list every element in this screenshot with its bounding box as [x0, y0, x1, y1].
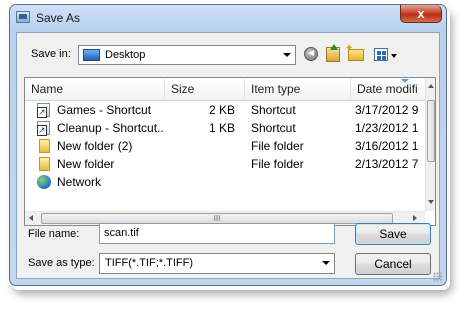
save-as-dialog: Save As x Save in: Desktop ◄ Name Size I…: [9, 4, 447, 286]
scroll-right-icon[interactable]: [413, 215, 417, 221]
list-item[interactable]: New folder (2) File folder 3/16/2012 1: [25, 137, 425, 155]
column-header-date[interactable]: Date modifi: [351, 78, 425, 100]
up-folder-button[interactable]: [324, 44, 344, 65]
save-as-type-dropdown[interactable]: TIFF(*.TIF;*.TIFF): [99, 253, 335, 274]
new-folder-button[interactable]: [345, 43, 366, 65]
save-in-dropdown[interactable]: Desktop: [78, 45, 296, 65]
item-name: Games - Shortcut: [57, 103, 152, 117]
save-as-type-value: TIFF(*.TIF;*.TIFF): [105, 257, 193, 269]
cancel-button[interactable]: Cancel: [355, 253, 431, 275]
item-name: New folder (2): [57, 139, 133, 153]
network-icon: [37, 175, 51, 189]
chevron-down-icon: [322, 261, 330, 265]
chevron-down-icon: [391, 54, 397, 58]
close-button[interactable]: x: [400, 5, 442, 23]
list-item[interactable]: New folder File folder 2/13/2012 7: [25, 155, 425, 173]
resize-grip-icon[interactable]: [433, 272, 443, 282]
item-name: New folder: [57, 157, 115, 171]
item-type: Shortcut: [251, 121, 296, 135]
scroll-left-icon[interactable]: [29, 215, 33, 221]
column-header-name[interactable]: Name: [25, 78, 165, 100]
folder-icon: [39, 139, 50, 153]
list-item[interactable]: Games - Shortcut 2 KB Shortcut 3/17/2012…: [25, 101, 425, 119]
dialog-title: Save As: [36, 11, 81, 25]
item-type: Shortcut: [251, 103, 296, 117]
desktop-icon: [83, 49, 100, 61]
views-icon: [374, 48, 388, 61]
item-date: 3/17/2012 9: [355, 103, 419, 117]
scroll-up-icon[interactable]: [428, 84, 434, 88]
item-size: 1 KB: [208, 121, 235, 135]
up-folder-icon: [326, 44, 340, 62]
scroll-down-icon[interactable]: [428, 200, 434, 204]
folder-icon: [39, 157, 50, 171]
list-item[interactable]: Network: [25, 173, 425, 191]
item-size: 2 KB: [208, 103, 235, 117]
back-button[interactable]: ◄: [302, 45, 322, 65]
views-button[interactable]: [372, 45, 398, 65]
save-as-type-label: Save as type:: [28, 257, 95, 269]
item-type: File folder: [251, 157, 304, 171]
save-in-label: Save in:: [31, 48, 71, 60]
column-header-type[interactable]: Item type: [245, 78, 351, 100]
filename-field[interactable]: scan.tif: [99, 223, 335, 244]
list-header: Name Size Item type Date modifi: [25, 78, 425, 101]
app-icon: [16, 11, 30, 23]
list-item[interactable]: Cleanup - Shortcut... 1 KB Shortcut 1/23…: [25, 119, 425, 137]
column-header-size[interactable]: Size: [165, 78, 245, 100]
item-date: 3/16/2012 1: [355, 139, 419, 153]
item-name: Network: [57, 175, 102, 189]
shortcut-icon: [37, 103, 50, 118]
vertical-scroll-thumb[interactable]: [427, 100, 435, 162]
save-button[interactable]: Save: [355, 223, 431, 245]
save-in-value: Desktop: [105, 49, 146, 61]
file-list[interactable]: Name Size Item type Date modifi Games - …: [24, 77, 436, 226]
item-type: File folder: [251, 139, 304, 153]
back-icon: ◄: [304, 47, 318, 61]
filename-label: File name:: [28, 228, 80, 240]
chevron-down-icon: [283, 53, 291, 57]
item-name: Cleanup - Shortcut...: [57, 121, 165, 135]
item-date: 1/23/2012 1: [355, 121, 419, 135]
new-folder-icon: [345, 43, 364, 61]
vertical-scrollbar[interactable]: [425, 78, 435, 211]
shortcut-icon: [37, 121, 50, 136]
sort-arrow-icon: [401, 79, 409, 83]
item-date: 2/13/2012 7: [355, 157, 419, 171]
